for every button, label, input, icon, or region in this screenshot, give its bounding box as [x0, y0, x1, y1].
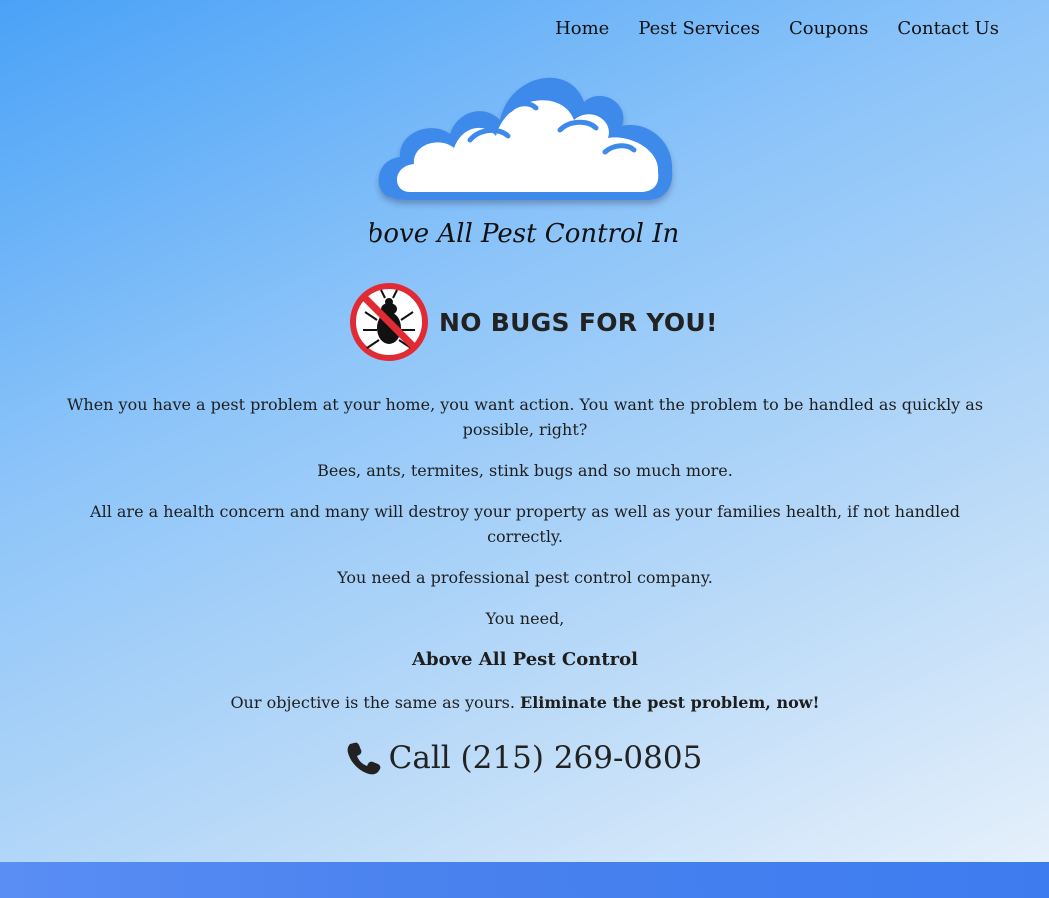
- footer-bar: [0, 862, 1049, 898]
- objective-bold: Eliminate the pest problem, now!: [520, 693, 820, 712]
- intro-paragraph-3: All are a health concern and many will d…: [90, 502, 960, 546]
- headline-title: NO BUGS FOR YOU!: [439, 307, 718, 337]
- objective-text: Our objective is the same as yours.: [230, 693, 515, 712]
- brand-name: Above All Pest Control: [412, 649, 638, 670]
- phone-icon: [347, 742, 381, 775]
- nav-coupons-link[interactable]: Coupons: [789, 18, 868, 39]
- site-logo[interactable]: Above All Pest Control Inc.: [346, 62, 702, 262]
- logo-text: Above All Pest Control Inc.: [370, 219, 680, 249]
- intro-paragraph-1: When you have a pest problem at your hom…: [66, 395, 984, 439]
- nav-pest-services-link[interactable]: Pest Services: [638, 18, 760, 39]
- cloud-icon: Above All Pest Control Inc.: [346, 77, 702, 249]
- intro-paragraph-4: You need a professional pest control com…: [337, 568, 713, 587]
- phone-label: Call (215) 269-0805: [388, 740, 703, 776]
- nav-contact-us-link[interactable]: Contact Us: [897, 18, 999, 39]
- no-bug-icon: [350, 283, 428, 361]
- main-nav: Home Pest Services Coupons Contact Us: [555, 18, 999, 39]
- objective-paragraph: Our objective is the same as yours. Elim…: [60, 690, 990, 715]
- intro-copy: When you have a pest problem at your hom…: [60, 392, 990, 731]
- intro-paragraph-5: You need,: [485, 609, 565, 628]
- headline: NO BUGS FOR YOU!: [349, 282, 718, 362]
- call-phone-link[interactable]: Call (215) 269-0805: [0, 740, 1049, 776]
- nav-home-link[interactable]: Home: [555, 18, 609, 39]
- intro-paragraph-2: Bees, ants, termites, stink bugs and so …: [317, 461, 733, 480]
